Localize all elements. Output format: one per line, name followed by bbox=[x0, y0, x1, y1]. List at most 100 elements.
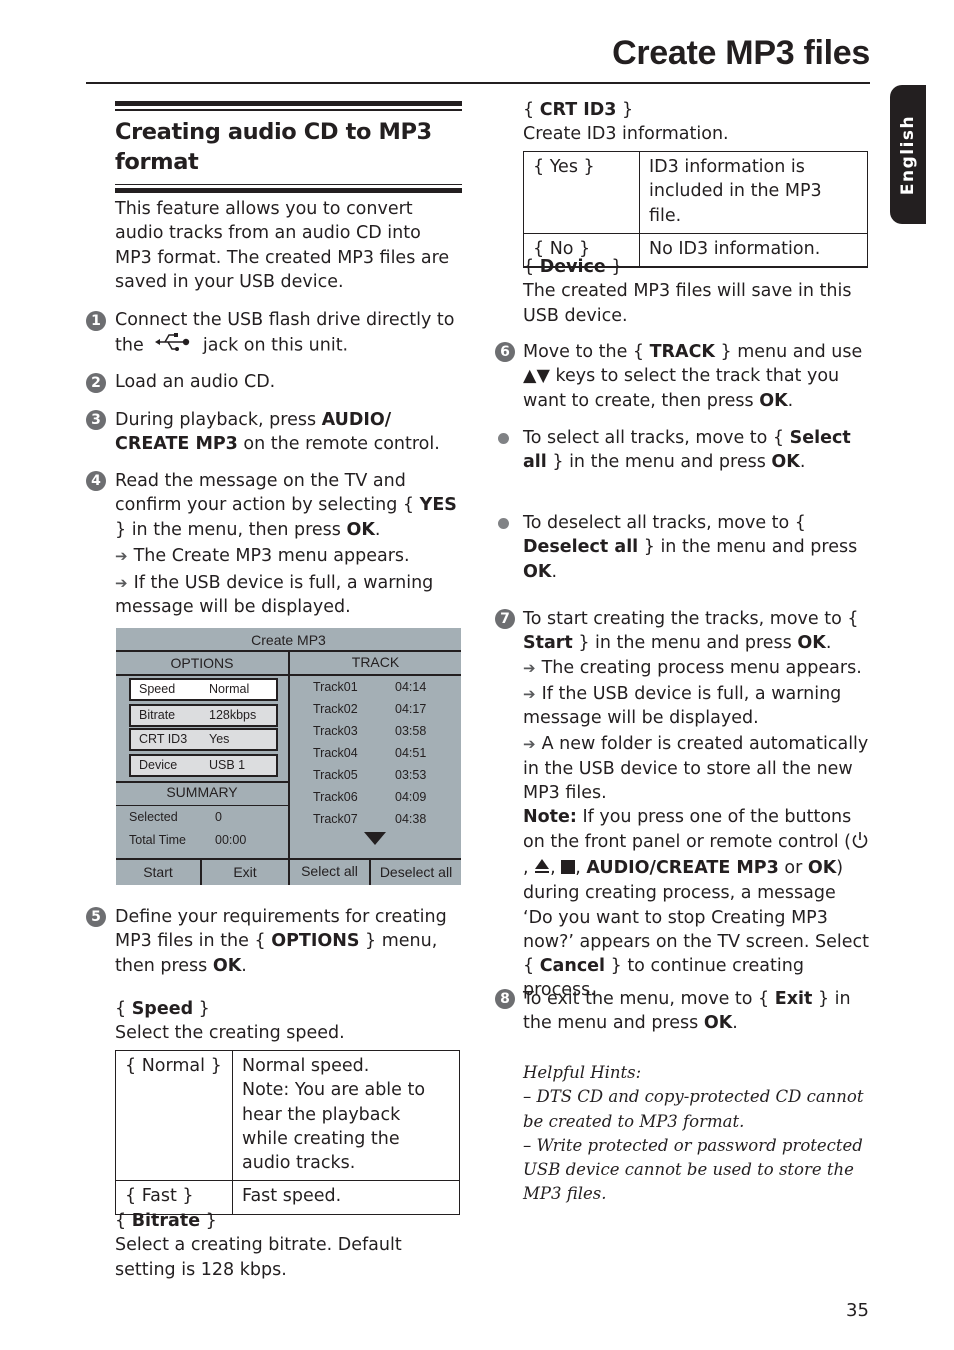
ok-key: OK bbox=[797, 633, 826, 654]
step-7-text-end: . bbox=[825, 633, 832, 654]
step-8-text: To exit the menu, move to { bbox=[523, 989, 775, 1009]
note-label: Note: bbox=[523, 807, 577, 828]
step-1: Connect the USB flash drive directly to … bbox=[115, 308, 460, 360]
step-4-text-end: . bbox=[374, 519, 381, 540]
bullet-text-end: . bbox=[551, 561, 558, 582]
summary-total-time-label: Total Time bbox=[129, 833, 186, 847]
step-number-7: 7 bbox=[495, 609, 515, 629]
step-4-text: Read the message on the TV and confirm y… bbox=[115, 471, 420, 516]
yes-key: YES bbox=[419, 495, 457, 516]
menu-divider bbox=[116, 858, 461, 860]
option-key: CRT ID3 bbox=[139, 732, 188, 746]
device-heading: Device bbox=[539, 257, 606, 277]
option-key: Speed bbox=[139, 682, 176, 696]
ok-key: OK bbox=[212, 955, 242, 976]
track-name: Track07 bbox=[313, 812, 358, 826]
step-number-2: 2 bbox=[86, 373, 106, 393]
note-separator: , bbox=[523, 857, 535, 878]
step-8: To exit the menu, move to { Exit } in th… bbox=[523, 987, 869, 1036]
ok-key: OK bbox=[807, 857, 837, 878]
step-6-text: Move to the { bbox=[523, 342, 650, 362]
step-number-4: 4 bbox=[86, 471, 106, 491]
helpful-hints: Helpful Hints: – DTS CD and copy-protect… bbox=[523, 1061, 873, 1207]
crt-id3-section: { CRT ID3 } Create ID3 information. bbox=[523, 98, 868, 147]
step-6: Move to the { TRACK } menu and use ▲▼ ke… bbox=[523, 340, 868, 413]
bitrate-section: { Bitrate } Select a creating bitrate. D… bbox=[115, 1209, 460, 1282]
bullet-deselect-all: To deselect all tracks, move to { Desele… bbox=[523, 511, 868, 584]
deselect-all-button[interactable]: Deselect all bbox=[371, 864, 461, 880]
hints-title: Helpful Hints: bbox=[523, 1063, 642, 1082]
crt-id3-heading: CRT ID3 bbox=[539, 100, 617, 120]
title-divider bbox=[86, 82, 870, 84]
ok-key: OK bbox=[346, 519, 375, 540]
start-button[interactable]: Start bbox=[116, 864, 200, 880]
track-duration: 04:17 bbox=[395, 702, 427, 716]
scroll-down-icon[interactable] bbox=[364, 832, 386, 848]
heading-rule-top-thick bbox=[115, 101, 462, 106]
step-6-text-end: . bbox=[787, 390, 794, 411]
menu-divider bbox=[116, 674, 461, 676]
hint-item: – DTS CD and copy-protected CD cannot be… bbox=[523, 1087, 864, 1131]
section-title: Creating audio CD to MP3 format bbox=[115, 117, 462, 177]
option-bitrate[interactable]: Bitrate 128kbps bbox=[129, 704, 278, 727]
section-title-line1: Creating audio CD to MP3 bbox=[115, 118, 432, 145]
table-row: { Normal } Normal speed. Note: You are a… bbox=[115, 1049, 460, 1182]
language-tab: English bbox=[890, 85, 926, 224]
option-value: 128kbps bbox=[209, 708, 257, 722]
step-7-result-2: If the USB device is full, a warning mes… bbox=[523, 683, 842, 729]
bullet-text-end: . bbox=[799, 452, 806, 473]
table-cell-description: ID3 information is included in the MP3 f… bbox=[639, 151, 868, 234]
menu-divider bbox=[116, 781, 288, 783]
step-4: Read the message on the TV and confirm y… bbox=[115, 469, 461, 620]
arrow-right-icon: ➔ bbox=[115, 546, 128, 565]
track-name: Track05 bbox=[313, 768, 358, 782]
device-description: The created MP3 files will save in this … bbox=[523, 281, 852, 326]
step-number-8: 8 bbox=[495, 989, 515, 1009]
eject-icon bbox=[534, 857, 550, 881]
options-header: OPTIONS bbox=[170, 655, 234, 671]
menu-title: Create MP3 bbox=[251, 632, 326, 648]
section-title-line2: format bbox=[115, 148, 199, 175]
bullet-text-mid: } in the menu and press bbox=[546, 452, 772, 473]
track-key: TRACK bbox=[649, 342, 715, 362]
track-header: TRACK bbox=[351, 654, 400, 670]
option-crt-id3[interactable]: CRT ID3 Yes bbox=[129, 728, 278, 751]
table-cell-description: Normal speed. Note: You are able to hear… bbox=[232, 1049, 460, 1182]
ok-key: OK bbox=[703, 1013, 733, 1034]
note-separator: , bbox=[575, 857, 587, 878]
start-key: Start bbox=[523, 633, 573, 654]
step-7-text-mid: } in the menu and press bbox=[572, 633, 798, 654]
step-number-5: 5 bbox=[86, 907, 106, 927]
step-number-1: 1 bbox=[86, 311, 106, 331]
step-2: Load an audio CD. bbox=[115, 372, 276, 392]
page-title: Create MP3 files bbox=[612, 34, 870, 72]
speed-description: Select the creating speed. bbox=[115, 1023, 345, 1044]
speed-table: { Normal } Normal speed. Note: You are a… bbox=[115, 1049, 460, 1215]
page-number: 35 bbox=[846, 1300, 869, 1321]
step-3-text-end: on the remote control. bbox=[237, 434, 440, 455]
option-speed[interactable]: Speed Normal bbox=[129, 678, 278, 701]
step-5: Define your requirements for creating MP… bbox=[115, 905, 460, 978]
summary-selected-label: Selected bbox=[129, 810, 178, 824]
step-1-text-end: jack on this unit. bbox=[202, 335, 349, 356]
cancel-key: Cancel bbox=[539, 956, 606, 977]
bullet-text: To select all tracks, move to { bbox=[523, 428, 790, 448]
step-4-result-2: If the USB device is full, a warning mes… bbox=[115, 573, 434, 618]
stop-icon bbox=[561, 859, 576, 874]
audio-create-mp3-key: AUDIO/CREATE MP3 bbox=[586, 857, 779, 878]
section-heading-block: Creating audio CD to MP3 format bbox=[115, 101, 462, 193]
option-key: Bitrate bbox=[139, 708, 176, 722]
option-device[interactable]: Device USB 1 bbox=[129, 754, 278, 777]
summary-total-time-value: 00:00 bbox=[215, 833, 247, 847]
select-all-button[interactable]: Select all bbox=[290, 863, 369, 879]
up-down-arrow-icon: ▲▼ bbox=[523, 366, 550, 387]
exit-button[interactable]: Exit bbox=[202, 864, 288, 880]
step-7: To start creating the tracks, move to { … bbox=[523, 607, 869, 1003]
power-icon bbox=[851, 831, 869, 856]
crt-id3-description: Create ID3 information. bbox=[523, 124, 729, 145]
track-name: Track01 bbox=[313, 680, 358, 694]
track-name: Track06 bbox=[313, 790, 358, 804]
menu-column-divider bbox=[288, 650, 290, 885]
speed-normal-note: Note: You are able to hear the playback … bbox=[242, 1080, 426, 1174]
step-number-3: 3 bbox=[86, 410, 106, 430]
